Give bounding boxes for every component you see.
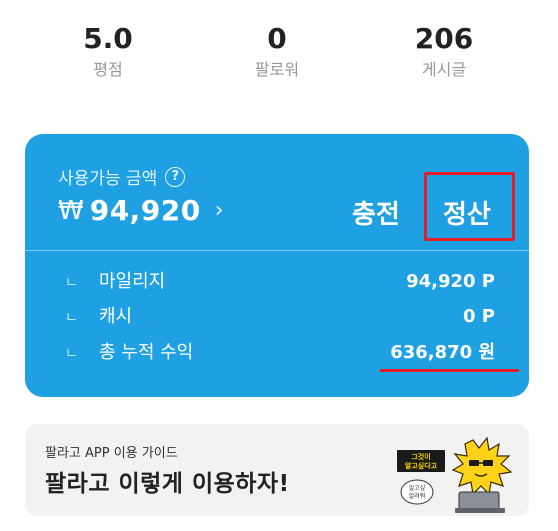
followers-value: 0 — [267, 22, 287, 55]
app-guide-banner[interactable]: 팔라고 APP 이용 가이드 팔라고 이렇게 이용하자! 그것이 알고싶다고 알… — [25, 424, 529, 516]
followers-label: 팔로워 — [254, 60, 300, 79]
charge-button[interactable]: 충전 — [352, 194, 400, 231]
posts-stat[interactable]: 206 게시글 — [384, 22, 504, 82]
posts-label: 게시글 — [421, 60, 467, 79]
rating-label: 평점 — [93, 60, 123, 79]
question-circle-icon[interactable]: ? — [165, 166, 186, 187]
mascot-bubble-line1: 알고싶 — [409, 484, 426, 492]
available-amount-label: 사용가능 금액 ? — [58, 164, 186, 189]
mileage-label: 마일리지 — [99, 271, 166, 292]
cash-label: 캐시 — [99, 306, 133, 327]
mascot-caption-line1: 그것이 — [411, 452, 430, 461]
row-bullet: ㄴ — [65, 346, 78, 362]
mileage-row: ㄴ 마일리지 94,920 P — [25, 268, 529, 302]
card-divider — [25, 250, 529, 251]
row-bullet: ㄴ — [65, 310, 78, 326]
posts-value: 206 — [414, 22, 474, 55]
rating-value: 5.0 — [83, 22, 133, 55]
total-earnings-row: ㄴ 총 누적 수익 636,870 원 — [25, 339, 529, 373]
banner-subtitle: 팔라고 APP 이용 가이드 — [45, 446, 178, 461]
cash-row: ㄴ 캐시 0 P — [25, 303, 529, 337]
total-earnings-value: 636,870 원 — [390, 342, 495, 363]
profile-stats: 5.0 평점 0 팔로워 206 게시글 — [0, 22, 558, 92]
row-bullet: ㄴ — [65, 275, 78, 291]
mileage-value: 94,920 P — [406, 271, 495, 292]
balance-value: 94,920 — [89, 194, 201, 227]
settle-highlight-box — [424, 172, 515, 241]
wallet-card: 사용가능 금액 ? ₩ 94,920 › 충전 정산 ㄴ 마일리지 94,920… — [25, 134, 529, 397]
chevron-right-icon: › — [214, 198, 224, 223]
balance-link[interactable]: ₩ 94,920 › — [58, 194, 224, 227]
currency-symbol: ₩ — [58, 195, 84, 226]
mascot-bubble-line2: 알려줘 — [409, 492, 426, 500]
banner-title: 팔라고 이렇게 이용하자! — [45, 471, 290, 497]
total-earnings-label: 총 누적 수익 — [99, 342, 194, 363]
mascot-illustration: 그것이 알고싶다고 알고싶 알려줘 — [397, 436, 513, 513]
rating-stat[interactable]: 5.0 평점 — [48, 22, 168, 82]
cash-value: 0 P — [463, 306, 495, 327]
earnings-underline-highlight — [380, 369, 519, 372]
available-amount-text: 사용가능 금액 — [58, 169, 158, 189]
mascot-caption-line2: 알고싶다고 — [405, 461, 438, 470]
followers-stat[interactable]: 0 팔로워 — [217, 22, 337, 82]
